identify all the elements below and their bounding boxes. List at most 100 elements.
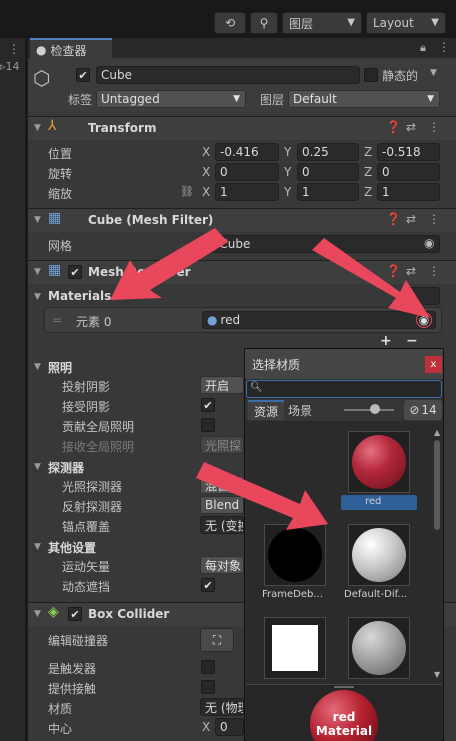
layout-dropdown[interactable]: Layout ▼ xyxy=(366,12,446,34)
materials-size-field[interactable] xyxy=(406,287,440,305)
motion-vectors-dropdown[interactable]: 每对象 xyxy=(200,556,244,574)
layer-label: 图层 xyxy=(260,93,285,107)
help-icon[interactable]: ❓ xyxy=(386,120,401,134)
tab-scene[interactable]: 场景 xyxy=(288,402,312,419)
hidden-count: ▹14 xyxy=(0,60,26,73)
object-name-field[interactable]: Cube xyxy=(96,66,360,84)
link-icon[interactable]: ⛓ xyxy=(180,185,194,198)
tab-assets[interactable]: 资源 xyxy=(248,400,284,420)
provides-contacts-checkbox[interactable] xyxy=(201,680,215,694)
slider-thumb[interactable] xyxy=(370,404,380,414)
motion-vectors-label: 运动矢量 xyxy=(62,560,111,574)
collapse-triangle-icon[interactable]: ▼ xyxy=(34,609,41,619)
mesh-label: 网格 xyxy=(48,239,73,253)
more-icon[interactable]: ⋮ xyxy=(428,120,440,134)
layers-dropdown[interactable]: 图层 ▼ xyxy=(282,12,362,34)
center-label: 中心 xyxy=(48,722,73,736)
eye-slash-icon: ⊘ xyxy=(409,403,420,417)
material-search-input[interactable]: 🔍︎ xyxy=(246,380,442,398)
lighting-label: 照明 xyxy=(48,361,73,375)
material-item-grey[interactable] xyxy=(348,617,410,679)
rotation-label: 旋转 xyxy=(48,167,73,181)
hidden-items-toggle[interactable]: ⊘ 14 xyxy=(404,400,442,420)
anchor-override-label: 锚点覆盖 xyxy=(62,520,111,534)
mesh-renderer-enabled-checkbox[interactable]: ✔ xyxy=(68,265,82,279)
help-icon[interactable]: ❓ xyxy=(386,264,401,278)
reflection-probes-dropdown[interactable]: Blend xyxy=(200,496,244,514)
collapse-triangle-icon[interactable]: ▼ xyxy=(34,462,41,472)
chevron-down-icon[interactable]: ▼ xyxy=(430,68,437,78)
close-button[interactable]: x xyxy=(425,356,442,373)
collapse-triangle-icon[interactable]: ▼ xyxy=(34,123,41,133)
collapse-triangle-icon[interactable]: ▼ xyxy=(34,215,41,225)
material-icon: ● xyxy=(207,313,218,327)
scale-y-field[interactable]: 1 xyxy=(297,183,359,201)
collider-material-field[interactable]: 无 (物理 xyxy=(200,698,244,716)
collapse-triangle-icon[interactable]: ▼ xyxy=(34,267,41,277)
position-y-field[interactable]: 0.25 xyxy=(297,143,359,161)
remove-element-button[interactable]: − xyxy=(406,333,418,349)
help-icon[interactable]: ❓ xyxy=(386,212,401,226)
history-button[interactable]: ⟲ xyxy=(214,12,246,34)
preset-icon[interactable]: ⇄ xyxy=(406,264,416,278)
is-trigger-checkbox[interactable] xyxy=(201,660,215,674)
receive-shadows-checkbox[interactable]: ✔ xyxy=(201,398,215,412)
mesh-object-field[interactable]: ▦ Cube xyxy=(200,235,440,253)
preview-type: Material xyxy=(315,724,373,738)
collapse-triangle-icon[interactable]: ▼ xyxy=(34,292,41,302)
element-0-field[interactable]: ● red xyxy=(202,311,436,329)
scroll-up-icon[interactable]: ▲ xyxy=(434,428,440,437)
preset-icon[interactable]: ⇄ xyxy=(406,212,416,226)
preview-resize-handle[interactable] xyxy=(334,686,354,688)
more-icon[interactable]: ⋮ xyxy=(428,212,440,226)
picker-scrollbar[interactable]: ▲ ▼ xyxy=(432,424,442,682)
object-picker-icon[interactable]: ◉ xyxy=(416,312,432,328)
edit-collider-button[interactable]: ⛶ xyxy=(200,628,234,652)
light-probes-dropdown[interactable]: 混合探 xyxy=(200,476,244,494)
lock-icon[interactable]: 🔒︎ xyxy=(420,41,426,55)
center-x-field[interactable]: 0 xyxy=(215,718,244,736)
material-item-red-label: red xyxy=(365,496,382,507)
preview-size-slider[interactable] xyxy=(344,409,394,411)
edit-collider-label: 编辑碰撞器 xyxy=(48,634,109,648)
receive-gi-dropdown[interactable]: 光照探 xyxy=(200,436,244,454)
tab-inspector[interactable]: ● 检查器 xyxy=(30,38,112,60)
scrollbar-thumb[interactable] xyxy=(434,440,440,530)
more-icon[interactable]: ⋮ xyxy=(438,40,450,54)
position-z-field[interactable]: -0.518 xyxy=(377,143,440,161)
position-x-field[interactable]: -0.416 xyxy=(215,143,279,161)
contribute-gi-checkbox[interactable] xyxy=(201,418,215,432)
material-item-framedebug[interactable] xyxy=(264,524,326,586)
collapse-triangle-icon[interactable]: ▼ xyxy=(34,542,41,552)
rotation-z-field[interactable]: 0 xyxy=(377,163,440,181)
material-item-default-diffuse[interactable] xyxy=(348,524,410,586)
material-item-framedebug-label: FrameDeb... xyxy=(262,589,323,600)
active-checkbox[interactable]: ✔ xyxy=(76,68,90,82)
select-material-title: 选择材质 xyxy=(252,358,301,372)
cast-shadows-dropdown[interactable]: 开启 xyxy=(200,376,244,394)
rotation-y-field[interactable]: 0 xyxy=(297,163,359,181)
anchor-override-field[interactable]: 无 (变换 xyxy=(200,516,244,534)
collapse-triangle-icon[interactable]: ▼ xyxy=(34,362,41,372)
more-icon[interactable]: ⋮ xyxy=(8,42,20,56)
scale-z-field[interactable]: 1 xyxy=(377,183,440,201)
dynamic-occlusion-checkbox[interactable]: ✔ xyxy=(201,578,215,592)
scroll-down-icon[interactable]: ▼ xyxy=(434,670,440,679)
receive-shadows-label: 接受阴影 xyxy=(62,400,111,414)
box-collider-enabled-checkbox[interactable]: ✔ xyxy=(68,607,82,621)
static-checkbox[interactable] xyxy=(364,68,378,82)
scale-x-field[interactable]: 1 xyxy=(215,183,279,201)
tag-dropdown[interactable]: Untagged ▼ xyxy=(96,90,246,108)
material-item-unlit[interactable] xyxy=(264,617,326,679)
preview-name: red xyxy=(332,710,356,724)
search-button[interactable]: ⚲ xyxy=(250,12,278,34)
material-item-red[interactable] xyxy=(348,431,410,493)
preset-icon[interactable]: ⇄ xyxy=(406,120,416,134)
more-icon[interactable]: ⋮ xyxy=(428,264,440,278)
drag-handle-icon[interactable]: = xyxy=(52,313,62,327)
material-item-default-diffuse-label: Default-Dif... xyxy=(344,589,407,600)
object-picker-icon[interactable]: ◉ xyxy=(424,236,434,250)
add-element-button[interactable]: + xyxy=(380,333,392,349)
layer-dropdown[interactable]: Default ▼ xyxy=(288,90,440,108)
rotation-x-field[interactable]: 0 xyxy=(215,163,279,181)
